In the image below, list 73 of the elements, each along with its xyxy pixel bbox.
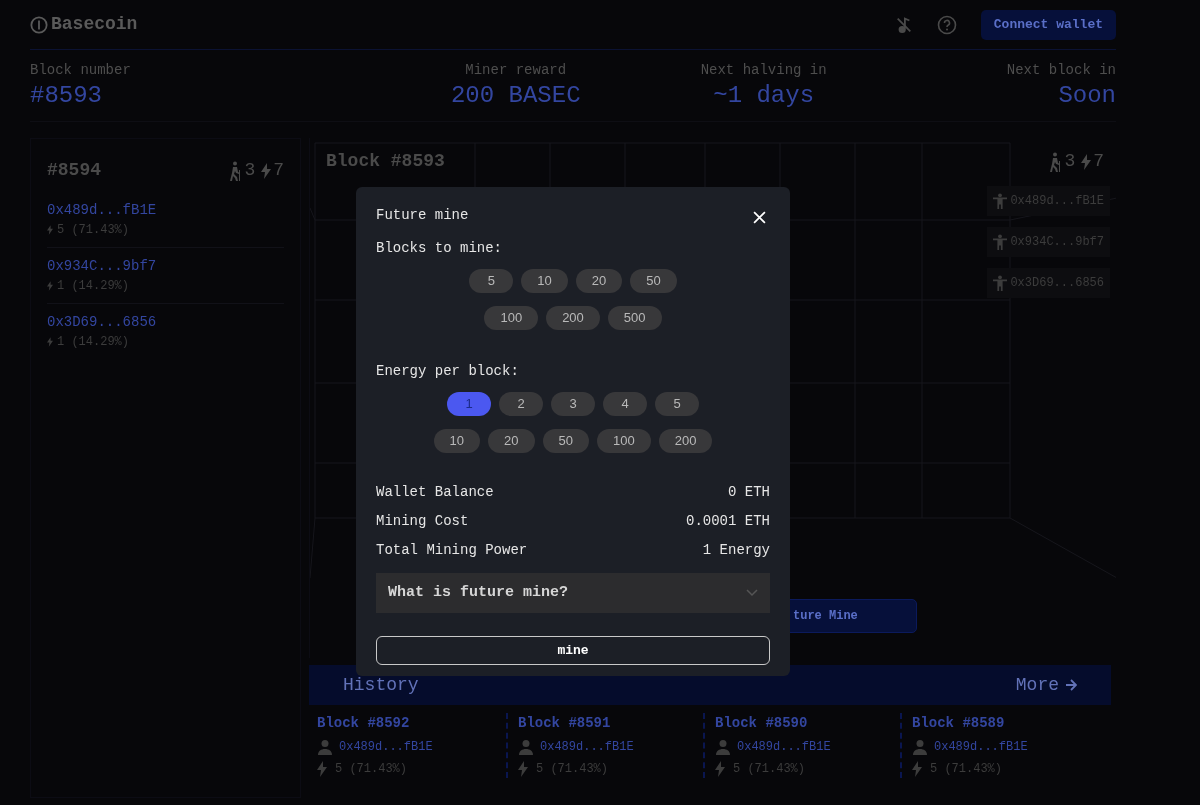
stat-value: ~1 days [713, 81, 815, 111]
block-title: Block #8593 [326, 150, 445, 173]
summary-label: Wallet Balance [376, 483, 494, 502]
stat-label: Miner reward [465, 61, 567, 80]
option-chip[interactable]: 50 [630, 269, 677, 293]
lightning-icon [47, 225, 53, 235]
lightning-icon [261, 162, 272, 179]
user-icon [912, 739, 928, 755]
stat-value: #8593 [30, 81, 102, 111]
help-icon[interactable] [936, 14, 957, 35]
person-icon [993, 193, 1008, 209]
history-block-title: Block #8592 [317, 714, 411, 733]
miner-count: 3 [1064, 150, 1076, 173]
faq-accordion[interactable]: What is future mine? [376, 573, 770, 613]
option-chip[interactable]: 20 [488, 429, 535, 453]
lightning-icon [317, 761, 327, 777]
person-icon [993, 234, 1008, 250]
lightning-icon [1081, 153, 1092, 170]
stat-label: Next halving in [700, 61, 827, 80]
lightning-icon [518, 761, 528, 777]
lightning-icon [912, 761, 922, 777]
option-chip[interactable]: 10 [433, 429, 481, 453]
history-block-title: Block #8591 [518, 714, 612, 733]
summary-value: 1 Energy [702, 541, 770, 560]
option-chip[interactable]: 200 [546, 306, 600, 330]
option-chip[interactable]: 2 [499, 392, 543, 416]
blocks-label: Blocks to mine: [376, 239, 504, 258]
option-chip[interactable]: 100 [597, 429, 651, 453]
stat-value: 200 BASEC [450, 81, 581, 111]
option-chip[interactable]: 4 [603, 392, 647, 416]
arrow-right-icon [1065, 679, 1077, 691]
mine-button[interactable]: mine [376, 636, 770, 665]
summary-value: 0 ETH [728, 483, 770, 502]
energy-label: Energy per block: [376, 362, 520, 381]
option-chip[interactable]: 20 [575, 269, 623, 293]
summary-label: Total Mining Power [376, 541, 528, 560]
option-chip[interactable]: 5 [655, 392, 699, 416]
option-chip[interactable]: 50 [542, 429, 589, 453]
chevron-icon [746, 589, 758, 597]
lightning-icon [47, 337, 53, 347]
person-icon [993, 275, 1008, 291]
history-title: History [343, 673, 419, 697]
miner-count: 3 [244, 159, 256, 182]
summary-label: Mining Cost [376, 512, 469, 531]
history-block-title: Block #8590 [715, 714, 809, 733]
energy-count: 7 [273, 159, 284, 182]
user-icon [715, 739, 731, 755]
connect-wallet-button[interactable]: Connect wallet [980, 9, 1116, 40]
energy-count: 7 [1093, 150, 1104, 173]
history-block-title: Block #8589 [912, 714, 1006, 733]
user-icon [317, 739, 333, 755]
block-number: #8594 [47, 159, 101, 182]
dialog-title: Future mine [376, 206, 469, 225]
lightning-icon [715, 761, 725, 777]
option-chip[interactable]: 200 [658, 429, 713, 453]
hiker-icon [228, 160, 243, 181]
stat-value: Soon [1058, 81, 1116, 111]
option-chip[interactable]: 5 [469, 269, 514, 293]
logo-icon [30, 15, 48, 34]
logo-text: Basecoin [51, 13, 138, 36]
option-chip[interactable]: 500 [607, 306, 662, 330]
user-icon [518, 739, 534, 755]
option-chip[interactable]: 100 [484, 306, 539, 330]
summary-value: 0.0001 ETH [686, 512, 770, 531]
close-icon[interactable] [753, 211, 766, 224]
option-chip[interactable]: 10 [521, 269, 568, 293]
lightning-icon [47, 281, 53, 291]
more-link[interactable]: More [1015, 671, 1077, 699]
stat-label: Block number [30, 61, 131, 80]
option-chip[interactable]: 3 [551, 392, 595, 416]
hiker-icon [1048, 151, 1063, 172]
stat-label: Next block in [1006, 61, 1116, 80]
mute-icon[interactable] [894, 15, 913, 34]
